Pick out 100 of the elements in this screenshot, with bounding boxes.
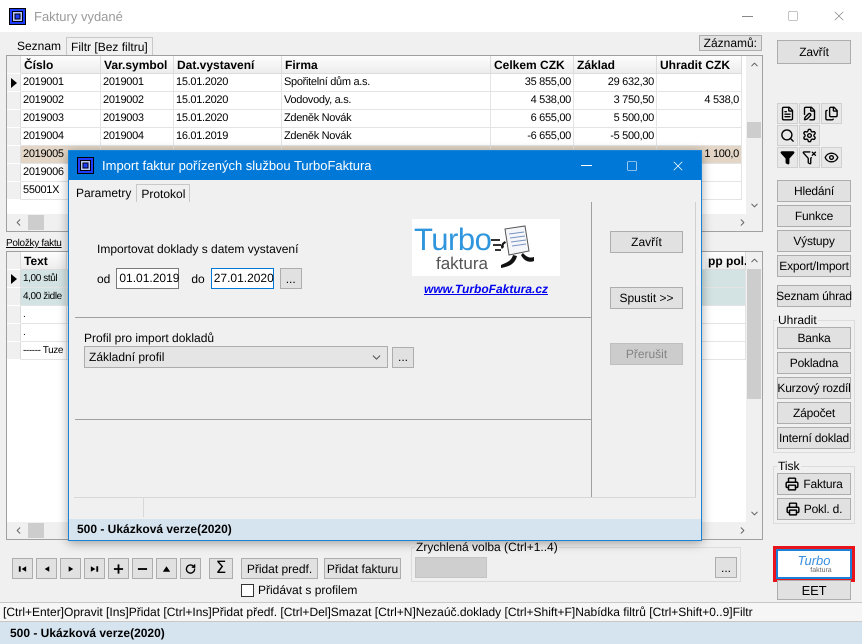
side-button[interactable]: Kurzový rozdíl	[777, 377, 851, 399]
records-button[interactable]: Záznamů:	[698, 35, 762, 51]
group-label: Zrychlená volba (Ctrl+1..4)	[415, 540, 559, 554]
nav-button[interactable]	[108, 558, 129, 579]
side-button[interactable]: Seznam úhrad	[777, 285, 851, 307]
side-button[interactable]: Export/Import	[777, 255, 851, 277]
nav-button[interactable]	[180, 558, 201, 579]
scrollbar[interactable]	[746, 56, 762, 214]
table-cell: 15.01.2020	[174, 110, 282, 128]
table-cell: Vodovody, a.s.	[282, 92, 491, 110]
document-icon	[780, 106, 795, 121]
nav-button[interactable]	[156, 558, 177, 579]
status-bar: 500 - Ukázková verze(2020)	[0, 622, 862, 644]
eet-button[interactable]: EET	[777, 580, 851, 600]
print-button[interactable]: Faktura	[777, 473, 851, 495]
plus-icon	[113, 562, 124, 574]
maximize-icon	[626, 160, 638, 172]
table-cell: 16.01.2019	[174, 128, 282, 146]
table-cell: 15.01.2020	[174, 92, 282, 110]
table-cell: 35 855,00	[491, 74, 574, 92]
search-icon	[780, 128, 795, 143]
column-header[interactable]: Text	[21, 252, 67, 270]
tool-button[interactable]	[799, 103, 820, 124]
column-header[interactable]: Číslo	[21, 56, 101, 74]
settings-icon	[802, 128, 817, 143]
table-cell: Spořitelní dům a.s.	[282, 74, 491, 92]
table-cell: Zdeněk Novák	[282, 110, 491, 128]
checkbox-label: Přidávat s profilem	[258, 583, 358, 597]
field-label: Importovat doklady s datem vystavení	[97, 242, 300, 256]
website-link[interactable]: www.TurboFaktura.cz	[424, 282, 548, 296]
checkbox[interactable]	[241, 584, 254, 596]
scroll-thumb[interactable]	[747, 269, 761, 399]
scroll-thumb[interactable]	[747, 122, 761, 138]
row-selector[interactable]	[7, 74, 21, 92]
nav-button[interactable]	[60, 558, 81, 579]
profile-button[interactable]: ...	[392, 346, 414, 368]
table-cell: Zdeněk Novák	[282, 128, 491, 146]
scroll-thumb[interactable]	[28, 523, 44, 538]
print-button[interactable]: Pokl. d.	[777, 498, 851, 520]
tool-button[interactable]	[777, 103, 798, 124]
dialog-button[interactable]: Spustit >>	[610, 287, 683, 309]
nav-button[interactable]	[132, 558, 153, 579]
scrollbar[interactable]	[746, 252, 762, 522]
nav-button[interactable]	[36, 558, 57, 579]
tab[interactable]: Protokol	[136, 184, 190, 202]
dialog-button[interactable]: Zavřít	[610, 231, 683, 253]
scroll-thumb[interactable]	[28, 215, 44, 230]
nav-button[interactable]	[12, 558, 33, 579]
tool-button[interactable]	[821, 103, 842, 124]
side-button[interactable]: Zápočet	[777, 402, 851, 424]
nav-button[interactable]	[84, 558, 105, 579]
row-selector[interactable]	[7, 270, 21, 288]
tool-button[interactable]	[777, 125, 798, 146]
app-icon	[77, 157, 94, 174]
edit-document-icon	[802, 106, 817, 121]
column-header[interactable]: Firma	[282, 56, 491, 74]
column-header[interactable]: Var.symbol	[101, 56, 174, 74]
app-icon	[9, 8, 26, 24]
date-field[interactable]: 01.01.2019	[116, 268, 180, 289]
add-button[interactable]: Přidat predf.	[241, 558, 318, 579]
column-header[interactable]: pp pol.	[705, 252, 746, 270]
column-header[interactable]: Základ	[574, 56, 657, 74]
table-cell: 2019001	[21, 74, 101, 92]
table-cell: 2019001	[101, 74, 174, 92]
table-cell: 15.01.2020	[174, 74, 282, 92]
side-button[interactable]: Hledání	[777, 180, 851, 202]
table-cell: 3 750,50	[574, 92, 657, 110]
header-corner	[7, 252, 21, 270]
side-button[interactable]: Výstupy	[777, 230, 851, 252]
refresh-icon	[185, 562, 196, 574]
table-cell: 2019002	[21, 92, 101, 110]
side-button[interactable]: Banka	[777, 327, 851, 349]
minimize-icon	[580, 165, 592, 166]
quick-choice-field[interactable]	[415, 557, 487, 578]
column-header[interactable]: Uhradit CZK	[657, 56, 742, 74]
add-button[interactable]: Přidat fakturu	[324, 558, 401, 579]
tab[interactable]: Filtr [Bez filtru]	[66, 37, 153, 55]
group-label: Tisk	[777, 459, 801, 473]
clear-filter-icon	[802, 150, 817, 165]
tool-button[interactable]	[799, 125, 820, 146]
printer-icon	[786, 502, 800, 516]
profile-dropdown[interactable]: Základní profil	[84, 346, 388, 368]
column-header[interactable]: Celkem CZK	[491, 56, 574, 74]
sum-button[interactable]: Σ	[209, 558, 233, 579]
side-button[interactable]: Interní doklad	[777, 427, 851, 449]
maximize-icon	[787, 10, 799, 22]
date-picker-button[interactable]: ...	[280, 268, 302, 289]
side-button[interactable]: Funkce	[777, 205, 851, 227]
table-cell: ------ Tuze	[21, 342, 67, 360]
column-header[interactable]: Dat.vystavení	[174, 56, 282, 74]
field-label: Profil pro import dokladů	[84, 331, 216, 345]
table-cell: -6 655,00	[491, 128, 574, 146]
side-button[interactable]: Pokladna	[777, 352, 851, 374]
close-button[interactable]: Zavřít	[777, 40, 851, 64]
more-button[interactable]: ...	[715, 557, 737, 578]
tool-button[interactable]	[821, 147, 842, 168]
group-label: Uhradit	[777, 313, 818, 327]
tool-button[interactable]	[777, 147, 798, 168]
tool-button[interactable]	[799, 147, 820, 168]
eye-icon	[824, 150, 839, 165]
